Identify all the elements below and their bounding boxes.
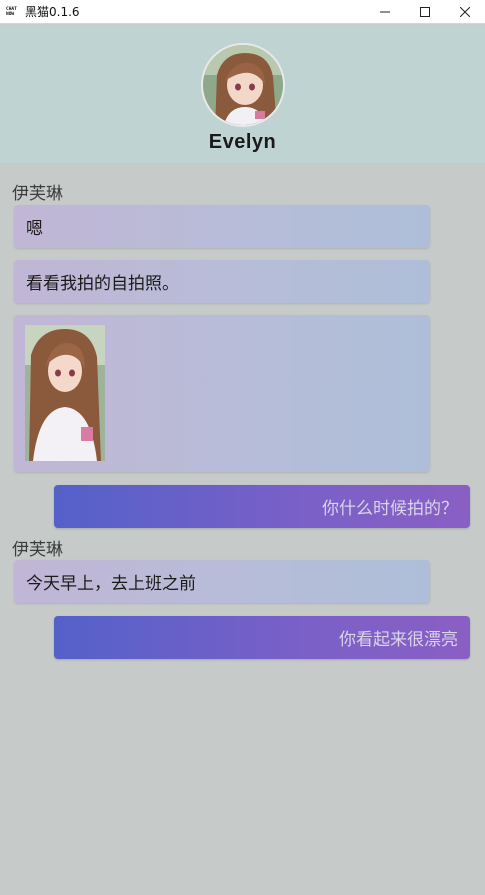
app-logo-icon: CHAT NOW [6, 6, 20, 17]
maximize-icon [420, 7, 430, 17]
chat-area[interactable]: 伊芙琳 嗯 看看我拍的自拍照。 你什么时候拍的？ 伊芙琳 今天早上，去上班之前 [0, 163, 485, 895]
message-text: 你什么时候拍的？ [322, 499, 458, 519]
window-controls [365, 0, 485, 24]
profile-header: Evelyn [0, 25, 485, 163]
contact-name: Evelyn [208, 131, 277, 153]
minimize-button[interactable] [365, 0, 405, 24]
maximize-button[interactable] [405, 0, 445, 24]
avatar-anime-girl-icon [203, 45, 283, 125]
selfie-photo[interactable] [25, 325, 105, 461]
close-icon [460, 7, 470, 17]
avatar[interactable] [201, 43, 285, 127]
selfie-photo-icon [25, 325, 105, 461]
message-bubble-outgoing[interactable]: 你什么时候拍的？ [54, 485, 470, 528]
message-bubble-incoming[interactable]: 嗯 [14, 205, 430, 248]
app-logo-line2: NOW [6, 11, 15, 17]
sender-label: 伊芙琳 [12, 540, 63, 560]
close-button[interactable] [445, 0, 485, 24]
message-text: 今天早上，去上班之前 [26, 574, 196, 594]
message-text: 看看我拍的自拍照。 [26, 274, 179, 294]
message-bubble-incoming[interactable]: 看看我拍的自拍照。 [14, 260, 430, 303]
window-title: 黑猫0.1.6 [25, 5, 80, 19]
minimize-icon [380, 11, 390, 13]
sender-label: 伊芙琳 [12, 184, 63, 204]
message-text: 你看起来很漂亮 [339, 630, 458, 650]
window-titlebar: CHAT NOW 黑猫0.1.6 [0, 0, 485, 24]
message-bubble-incoming[interactable]: 今天早上，去上班之前 [14, 560, 430, 603]
message-bubble-outgoing[interactable]: 你看起来很漂亮 [54, 616, 470, 659]
message-bubble-image[interactable] [14, 315, 430, 472]
message-text: 嗯 [26, 219, 43, 239]
